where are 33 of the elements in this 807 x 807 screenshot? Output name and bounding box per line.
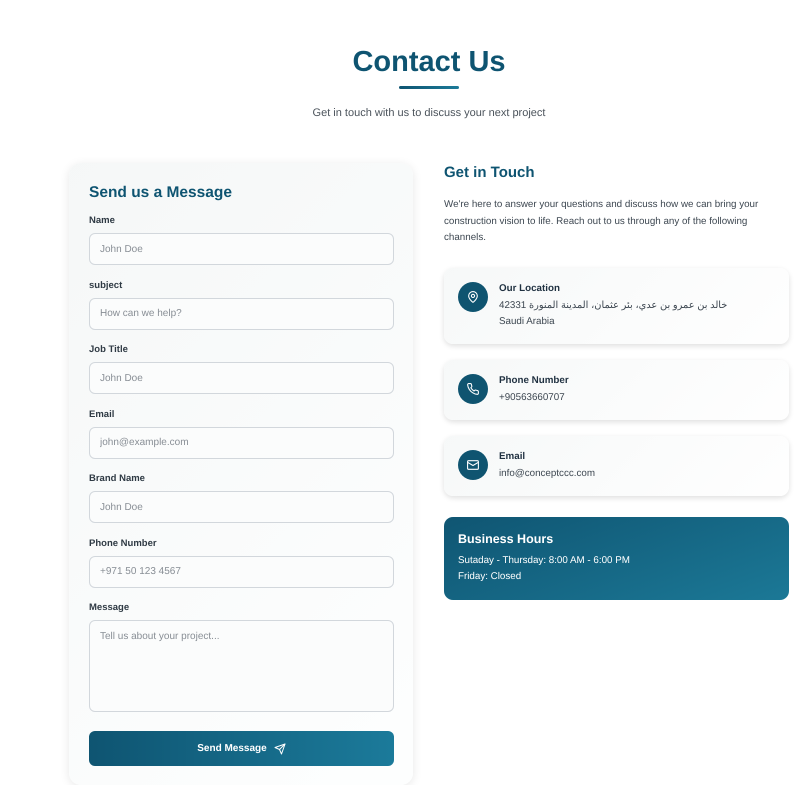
field-label: Job Title xyxy=(89,344,129,356)
input-field[interactable]: john@example.com xyxy=(89,426,394,458)
input-field[interactable]: John Doe xyxy=(89,362,394,394)
input-field[interactable]: John Doe xyxy=(89,233,394,265)
input-field[interactable]: John Doe xyxy=(89,491,394,523)
phone-number-text: +90563660707 xyxy=(499,390,566,404)
title-underline xyxy=(399,86,459,89)
send-message-button[interactable]: Send Message xyxy=(89,731,394,766)
location-pin-icon xyxy=(458,282,488,312)
field-label: subject xyxy=(89,280,124,292)
field-label: Name xyxy=(89,215,116,227)
input-field[interactable]: +971 50 123 4567 xyxy=(89,556,394,588)
hours-text: Friday: Closed xyxy=(458,570,522,584)
send-icon xyxy=(274,742,286,754)
field-label: Message xyxy=(89,602,130,614)
field-label: Email xyxy=(89,408,116,420)
intro-paragraph: We're here to answer your questions and discuss how we can bring your construction vision to life. Reach out to us through any of the following channels. xyxy=(444,198,760,245)
business-hours-title: Business Hours xyxy=(458,530,554,548)
page-title: Contact Us xyxy=(351,45,507,80)
phone-icon xyxy=(458,374,488,404)
field-label: Brand Name xyxy=(89,473,146,485)
email-address-text: info@conceptccc.com xyxy=(499,466,595,480)
form-title: Send us a Message xyxy=(89,183,234,203)
field-label: Phone Number xyxy=(89,538,158,550)
contact-label: Email xyxy=(499,450,526,464)
contact-label: Phone Number xyxy=(499,374,569,388)
section-title: Get in Touch xyxy=(444,163,536,182)
page-subtitle: Get in touch with us to discuss your next project xyxy=(312,106,546,121)
envelope-icon xyxy=(458,450,488,480)
hours-text: Sutaday - Thursday: 8:00 AM - 6:00 PM xyxy=(458,554,631,568)
contact-label: Our Location xyxy=(499,282,561,296)
message-field[interactable]: Tell us about your project... xyxy=(89,620,394,712)
input-field[interactable]: How can we help? xyxy=(89,298,394,330)
